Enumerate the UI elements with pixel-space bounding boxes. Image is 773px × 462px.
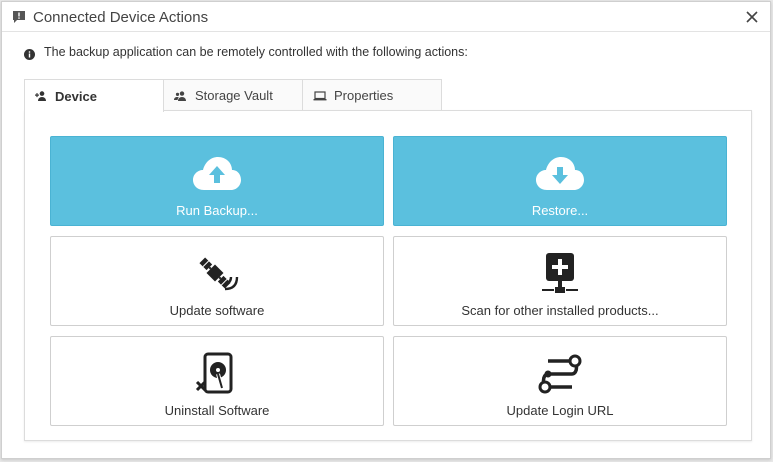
dialog: Connected Device Actions The backup appl…	[1, 1, 771, 459]
restore-button[interactable]: Restore...	[393, 136, 727, 226]
scan-installed-products-button[interactable]: Scan for other installed products...	[393, 236, 727, 326]
tab-label: Device	[55, 88, 97, 104]
tab-device[interactable]: Device	[24, 79, 164, 112]
route-icon	[535, 351, 585, 397]
cloud-upload-icon	[192, 151, 242, 197]
dialog-title: Connected Device Actions	[33, 9, 209, 26]
close-icon	[746, 11, 758, 23]
info-text: The backup application can be remotely c…	[44, 45, 468, 59]
uninstall-disk-icon	[192, 351, 242, 397]
action-label: Uninstall Software	[164, 403, 270, 418]
users-icon	[174, 90, 186, 101]
title-bar: Connected Device Actions	[2, 2, 770, 32]
tab-label: Storage Vault	[195, 88, 273, 103]
info-message: The backup application can be remotely c…	[24, 44, 468, 60]
run-backup-button[interactable]: Run Backup...	[50, 136, 384, 226]
tab-bar: Device Storage Vault Properties	[24, 79, 442, 112]
uninstall-software-button[interactable]: Uninstall Software	[50, 336, 384, 426]
cloud-download-icon	[535, 151, 585, 197]
satellite-icon	[192, 251, 242, 297]
action-label: Restore...	[531, 203, 589, 218]
action-label: Scan for other installed products...	[461, 303, 659, 318]
update-login-url-button[interactable]: Update Login URL	[393, 336, 727, 426]
info-icon	[24, 47, 35, 60]
action-label: Update Login URL	[506, 403, 614, 418]
device-actions-panel: Run Backup... Restore... Update software…	[24, 110, 752, 441]
chat-alert-icon	[12, 10, 26, 24]
tab-storage-vault[interactable]: Storage Vault	[163, 79, 303, 111]
user-plus-icon	[35, 91, 46, 101]
update-software-button[interactable]: Update software	[50, 236, 384, 326]
action-label: Run Backup...	[176, 203, 258, 218]
action-label: Update software	[169, 303, 265, 318]
tab-label: Properties	[334, 88, 394, 103]
laptop-icon	[313, 90, 327, 100]
close-button[interactable]	[742, 7, 762, 27]
network-add-icon	[535, 251, 585, 297]
tab-properties[interactable]: Properties	[302, 79, 442, 111]
